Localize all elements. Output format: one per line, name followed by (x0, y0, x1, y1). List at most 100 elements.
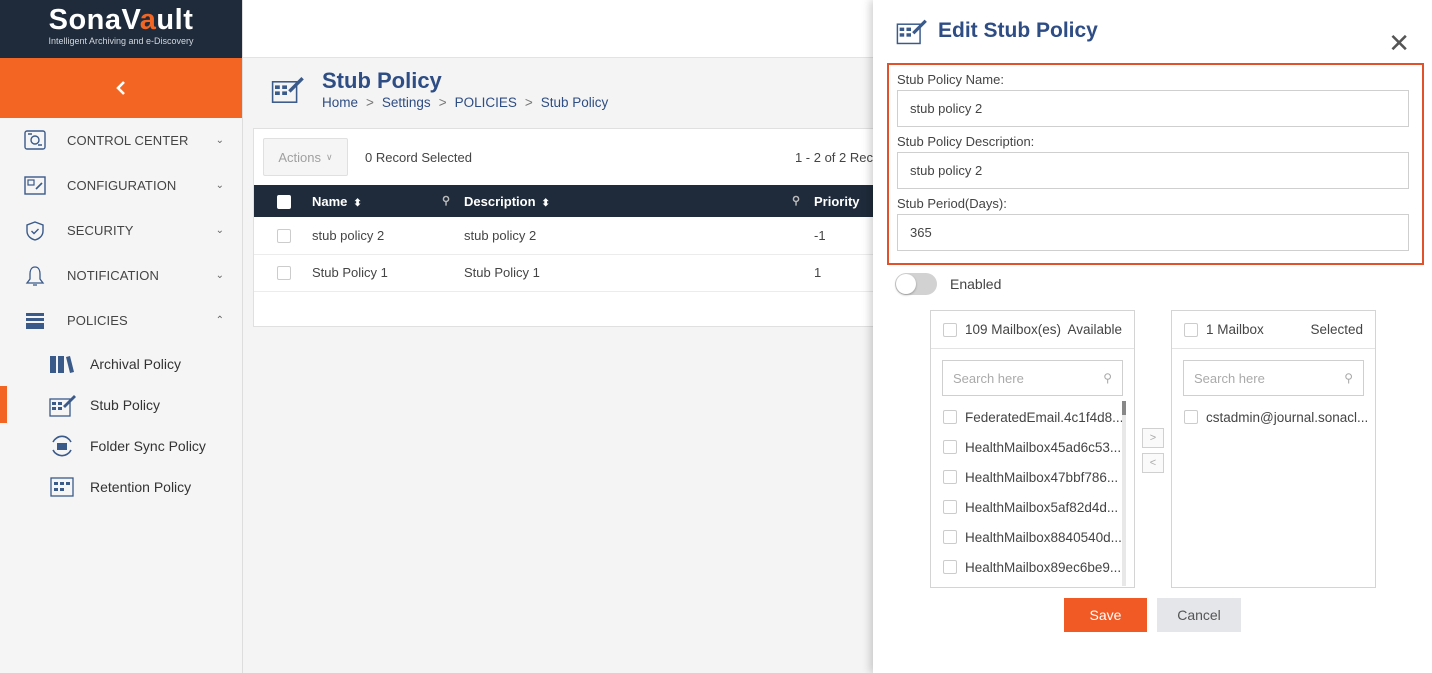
main-content: Stub Policy Home > Settings > POLICIES >… (243, 0, 873, 673)
item-checkbox[interactable] (943, 500, 957, 514)
list-item[interactable]: HealthMailbox89ec6be9... (931, 552, 1134, 582)
policy-table: Name ⬍ ⚲ Description ⬍ ⚲ Priority stub polic… (254, 185, 873, 292)
item-checkbox[interactable] (943, 530, 957, 544)
select-all-cell (254, 185, 312, 217)
list-item[interactable]: HealthMailbox5af82d4d... (931, 492, 1134, 522)
control-center-icon (22, 128, 48, 154)
sidebar-item-configuration[interactable]: CONFIGURATION ⌄ (0, 163, 242, 208)
chevron-down-icon: ⌄ (215, 225, 224, 236)
select-all-selected-checkbox[interactable] (1184, 322, 1198, 337)
breadcrumb-current: Stub Policy (540, 94, 609, 110)
search-icon: ⚲ (1103, 371, 1112, 385)
column-priority[interactable]: Priority (814, 185, 873, 217)
period-label: Stub Period(Days): (897, 196, 1007, 211)
sidebar: SonaVault Intelligent Archiving and e-Di… (0, 0, 243, 673)
selected-count: 0 Record Selected (365, 149, 472, 165)
stub-policy-icon (894, 14, 928, 48)
enabled-toggle[interactable] (895, 273, 937, 295)
item-checkbox[interactable] (943, 470, 957, 484)
sidebar-nav: CONTROL CENTER ⌄ CONFIGURATION ⌄ SECURIT… (0, 118, 242, 507)
chevron-down-icon: ⌄ (215, 180, 224, 191)
sort-icon[interactable]: ⬍ (353, 198, 361, 209)
breadcrumb-settings[interactable]: Settings (382, 95, 431, 110)
table-header-row: Name ⬍ ⚲ Description ⬍ ⚲ Priority (254, 185, 873, 217)
stub-policy-icon (47, 392, 77, 418)
move-left-button[interactable]: < (1142, 453, 1164, 473)
chevron-down-icon: ∨ (326, 151, 333, 162)
stub-period-input[interactable]: 365 (897, 214, 1409, 251)
table-row[interactable]: Stub Policy 1 Stub Policy 1 1 (254, 254, 873, 292)
available-list-scrollbar[interactable] (1122, 401, 1126, 586)
row-checkbox[interactable] (277, 229, 291, 244)
retention-policy-icon (47, 474, 77, 500)
sort-icon[interactable]: ⬍ (542, 198, 550, 209)
configuration-icon (22, 173, 48, 199)
enabled-row: Enabled (895, 273, 1001, 295)
row-checkbox[interactable] (277, 266, 291, 281)
search-icon: ⚲ (1344, 371, 1353, 385)
available-search-input[interactable]: Search here ⚲ (942, 360, 1123, 396)
chevron-down-icon: ⌄ (215, 270, 224, 281)
item-checkbox[interactable] (943, 440, 957, 454)
search-icon[interactable]: ⚲ (792, 194, 800, 207)
list-item[interactable]: FederatedEmail.4c1f4d8... (931, 402, 1134, 432)
list-item[interactable]: HealthMailbox45ad6c53... (931, 432, 1134, 462)
enabled-label: Enabled (950, 276, 1002, 292)
sidebar-subitem-retention-policy[interactable]: Retention Policy (0, 466, 242, 507)
selected-list-header: 1 Mailbox Selected (1172, 311, 1375, 349)
logo: SonaVault Intelligent Archiving and e-Di… (0, 0, 242, 58)
actions-dropdown[interactable]: Actions ∨ (263, 138, 348, 176)
folder-sync-icon (47, 433, 77, 459)
sidebar-subitem-archival-policy[interactable]: Archival Policy (0, 343, 242, 384)
save-button[interactable]: Save (1064, 598, 1147, 632)
list-item[interactable]: cstadmin@journal.sonacl... (1172, 402, 1375, 432)
sidebar-subitem-stub-policy[interactable]: Stub Policy (0, 384, 242, 425)
table-row[interactable]: stub policy 2 stub policy 2 -1 (254, 217, 873, 255)
sidebar-item-notification[interactable]: NOTIFICATION ⌄ (0, 253, 242, 298)
sidebar-subitem-folder-sync-policy[interactable]: Folder Sync Policy (0, 425, 242, 466)
record-range: 1 - 2 of 2 Rec (794, 149, 873, 165)
list-item[interactable]: HealthMailbox47bbf786... (931, 462, 1134, 492)
page-header: Stub Policy Home > Settings > POLICIES >… (243, 58, 873, 120)
brand-tagline: Intelligent Archiving and e-Discovery (48, 36, 194, 46)
chevron-up-icon: ⌃ (215, 315, 224, 326)
item-checkbox[interactable] (1184, 410, 1198, 424)
archival-policy-icon (47, 351, 77, 377)
list-item[interactable]: HealthMailbox8840540d... (931, 522, 1134, 552)
select-all-checkbox[interactable] (277, 194, 291, 209)
close-icon[interactable]: ✕ (1388, 30, 1410, 56)
policies-icon (22, 308, 48, 334)
sidebar-collapse-button[interactable] (0, 58, 242, 118)
selected-search-input[interactable]: Search here ⚲ (1183, 360, 1364, 396)
policy-grid-card: Actions ∨ 0 Record Selected 1 - 2 of 2 R… (253, 128, 873, 327)
edit-stub-policy-drawer: Edit Stub Policy ✕ Stub Policy Name: stu… (873, 0, 1432, 673)
column-description[interactable]: Description ⬍ ⚲ (464, 185, 814, 217)
sidebar-item-security[interactable]: SECURITY ⌄ (0, 208, 242, 253)
breadcrumb: Home > Settings > POLICIES > Stub Policy (322, 94, 609, 110)
name-label: Stub Policy Name: (897, 72, 1004, 87)
sidebar-item-control-center[interactable]: CONTROL CENTER ⌄ (0, 118, 242, 163)
column-name[interactable]: Name ⬍ ⚲ (312, 185, 464, 217)
description-label: Stub Policy Description: (897, 134, 1035, 149)
bell-icon (22, 263, 48, 289)
available-mailbox-list: 109 Mailbox(es) Available Search here ⚲ … (930, 310, 1135, 588)
breadcrumb-home[interactable]: Home (322, 95, 358, 110)
cancel-button[interactable]: Cancel (1157, 598, 1241, 632)
item-checkbox[interactable] (943, 410, 957, 424)
selected-mailbox-list: 1 Mailbox Selected Search here ⚲ cstadmi… (1171, 310, 1376, 588)
breadcrumb-policies[interactable]: POLICIES (455, 95, 517, 110)
move-right-button[interactable]: > (1142, 428, 1164, 448)
search-icon[interactable]: ⚲ (442, 194, 450, 207)
policy-description-input[interactable]: stub policy 2 (897, 152, 1409, 189)
select-all-available-checkbox[interactable] (943, 322, 957, 337)
top-bar (243, 0, 873, 58)
policy-form: Stub Policy Name: stub policy 2 Stub Pol… (887, 63, 1424, 265)
sidebar-item-policies[interactable]: POLICIES ⌃ (0, 298, 242, 343)
scrollbar-thumb[interactable] (1122, 401, 1126, 415)
page-title: Stub Policy (322, 67, 442, 93)
item-checkbox[interactable] (943, 560, 957, 574)
drawer-title: Edit Stub Policy (938, 19, 1098, 42)
drawer-header: Edit Stub Policy (873, 0, 1432, 62)
policy-name-input[interactable]: stub policy 2 (897, 90, 1409, 127)
chevron-down-icon: ⌄ (215, 135, 224, 146)
